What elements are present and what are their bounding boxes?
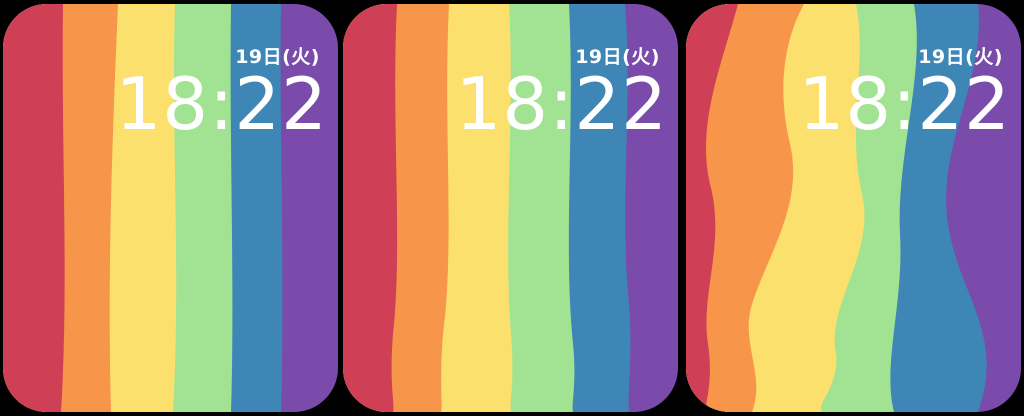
watch-face-preview-2[interactable]: 19日(火) 18:22 <box>343 4 678 412</box>
time-display: 18:22 <box>115 62 328 146</box>
time-display: 18:22 <box>455 62 668 146</box>
time-display: 18:22 <box>798 62 1011 146</box>
stripe-red <box>3 4 65 412</box>
watch-face-preview-1[interactable]: 19日(火) 18:22 <box>3 4 338 412</box>
stripe-red <box>343 4 398 412</box>
watch-face-preview-3[interactable]: 19日(火) 18:22 <box>686 4 1021 412</box>
watch-face-gallery: 19日(火) 18:22 19日(火) 18:22 19日(火) 18:22 <box>0 0 1024 416</box>
